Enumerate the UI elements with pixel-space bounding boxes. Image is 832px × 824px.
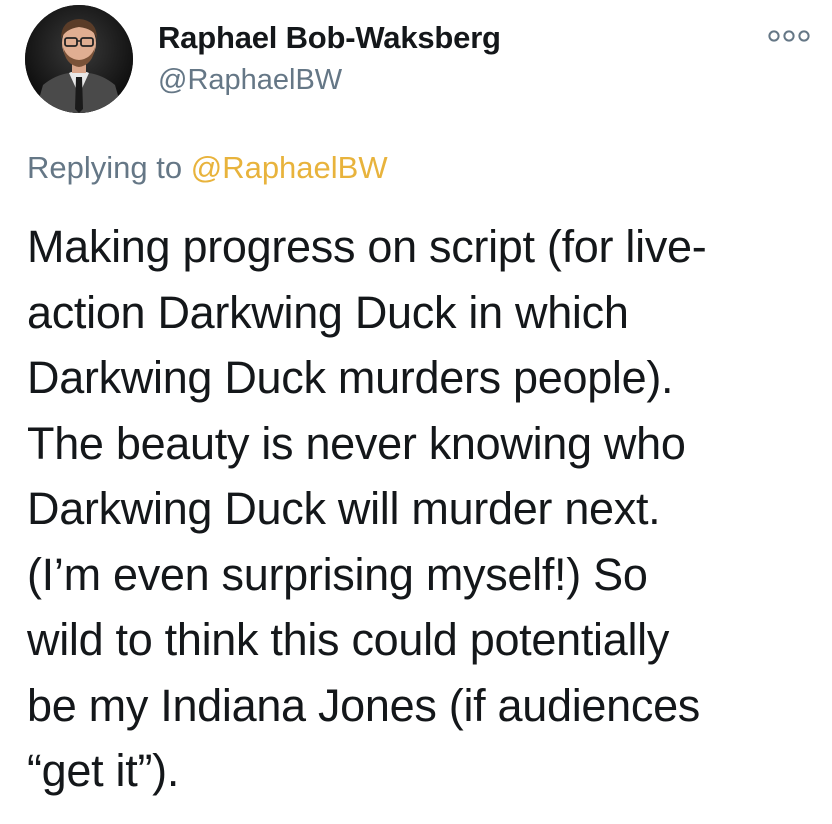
tweet-text-line: Making progress on script (for live-	[27, 221, 707, 272]
tweet-text-line: Darkwing Duck murders people).	[27, 352, 674, 403]
tweet-card: Raphael Bob-Waksberg @RaphaelBW Replying…	[0, 0, 832, 824]
author-avatar[interactable]	[25, 5, 133, 113]
more-options-button[interactable]	[766, 22, 812, 50]
author-handle[interactable]: @RaphaelBW	[158, 64, 342, 97]
tweet-text-line: action Darkwing Duck in which	[27, 286, 629, 338]
author-display-name[interactable]: Raphael Bob-Waksberg	[158, 20, 501, 56]
tweet-text-line: be my Indiana Jones (if audiences	[27, 679, 701, 731]
reply-context: Replying to @RaphaelBW	[27, 150, 388, 186]
tweet-text: Making progress on script (for live- act…	[27, 214, 817, 804]
tweet-text-line: wild to think this could potentially	[27, 614, 670, 665]
tweet-text-line: The beauty is never knowing who	[27, 417, 686, 469]
tweet-text-line: “get it”).	[27, 745, 180, 796]
tweet-text-line: (I’m even surprising myself!) So	[27, 548, 648, 600]
reply-mention-link[interactable]: @RaphaelBW	[191, 150, 388, 185]
tweet-text-line: Darkwing Duck will murder next.	[27, 483, 661, 534]
more-options-icon	[768, 30, 810, 42]
reply-context-prefix: Replying to	[27, 150, 191, 185]
avatar-photo	[25, 5, 133, 113]
